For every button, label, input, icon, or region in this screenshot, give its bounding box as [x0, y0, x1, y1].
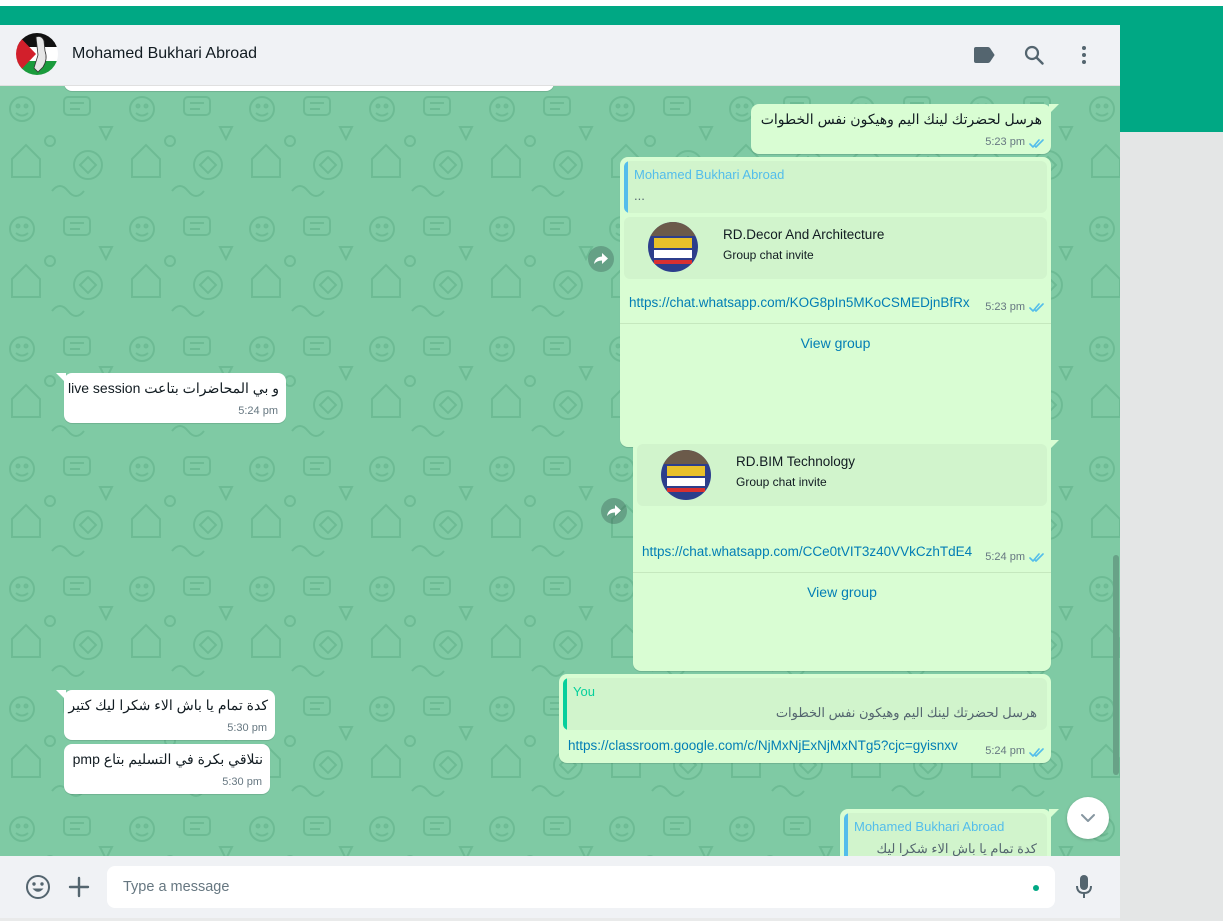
palestine-flag-icon: [16, 33, 58, 75]
outgoing-reply-message[interactable]: You هرسل لحضرتك لينك اليم وهيكون نفس الخ…: [559, 674, 1051, 763]
divider: [633, 572, 1051, 573]
quoted-text: كدة تمام يا باش الاء شكرا ليك كتير: [876, 841, 1037, 856]
incoming-message[interactable]: نتلاقي بكرة في التسليم بتاع pmp 5:30 pm: [64, 744, 270, 794]
group-subtitle: Group chat invite: [723, 248, 814, 262]
invite-link[interactable]: https://chat.whatsapp.com/CCe0tVIT3z40VV…: [642, 544, 972, 559]
chat-window: Mohamed Bukhari Abroad هرسل لحضرتك لينك …: [0, 25, 1120, 921]
read-ticks-icon: [1029, 303, 1044, 312]
message-text: هرسل لحضرتك لينك اليم وهيكون نفس الخطوات: [760, 111, 1042, 127]
message-time: 5:24 pm: [238, 405, 278, 417]
incoming-message[interactable]: و بي المحاضرات بتاعت live session 5:24 p…: [56, 373, 286, 423]
message-time: 5:23 pm: [985, 301, 1025, 313]
bubble-tail: [1049, 809, 1059, 819]
group-subtitle: Group chat invite: [736, 475, 827, 489]
quoted-message[interactable]: Mohamed Bukhari Abroad ...: [624, 161, 1047, 213]
message-text: و بي المحاضرات بتاعت live session: [68, 380, 279, 396]
quote-accent-bar: [563, 678, 567, 730]
message-time: 5:30 pm: [222, 776, 262, 788]
group-title: RD.BIM Technology: [736, 454, 856, 469]
message-time: 5:24 pm: [985, 745, 1025, 757]
group-invite-card[interactable]: RD.BIM Technology Group chat invite: [637, 444, 1047, 506]
chevron-down-icon: [1081, 814, 1095, 822]
quote-accent-bar: [844, 813, 848, 856]
contact-name[interactable]: Mohamed Bukhari Abroad: [72, 45, 257, 63]
message-text: كدة تمام يا باش الاء شكرا ليك كتير: [68, 697, 268, 713]
plus-icon: [68, 876, 90, 898]
group-thumbnail: [661, 450, 711, 500]
outgoing-reply-message[interactable]: Mohamed Bukhari Abroad كدة تمام يا باش ا…: [840, 809, 1059, 856]
message-text: نتلاقي بكرة في التسليم بتاع pmp: [72, 751, 263, 767]
status-dot: [1033, 885, 1039, 891]
outgoing-group-invite-message[interactable]: RD.BIM Technology Group chat invite http…: [633, 440, 1059, 671]
read-ticks-icon: [1029, 748, 1044, 757]
app-top-accent-bar: [0, 6, 1223, 25]
divider: [620, 323, 1051, 324]
view-group-button[interactable]: View group: [620, 335, 1051, 351]
read-ticks-icon: [1029, 139, 1044, 148]
voice-message-button[interactable]: [1070, 873, 1098, 901]
compose-bar: [0, 856, 1120, 918]
group-title: RD.Decor And Architecture: [723, 227, 885, 242]
quoted-text: هرسل لحضرتك لينك اليم وهيكون نفس الخطوات: [775, 705, 1037, 720]
quoted-author: Mohamed Bukhari Abroad: [854, 819, 1005, 834]
contact-avatar[interactable]: [16, 33, 58, 75]
emoji-button[interactable]: [24, 873, 52, 901]
bubble-tail: [56, 690, 66, 700]
forward-icon: [607, 505, 621, 516]
outgoing-group-invite-message[interactable]: Mohamed Bukhari Abroad ... RD.Decor And …: [620, 157, 1051, 447]
emoji-icon: [26, 875, 50, 899]
outgoing-message[interactable]: هرسل لحضرتك لينك اليم وهيكون نفس الخطوات…: [751, 104, 1059, 154]
microphone-icon: [1076, 875, 1092, 898]
attach-button[interactable]: [65, 873, 93, 901]
forward-icon: [594, 253, 608, 264]
message-list[interactable]: هرسل لحضرتك لينك اليم وهيكون نفس الخطوات…: [0, 85, 1120, 856]
quoted-author: Mohamed Bukhari Abroad: [634, 167, 785, 182]
message-time: 5:24 pm: [985, 551, 1025, 563]
bubble-tail: [1049, 104, 1059, 114]
view-group-button[interactable]: View group: [633, 584, 1051, 600]
quoted-message[interactable]: You هرسل لحضرتك لينك اليم وهيكون نفس الخ…: [563, 678, 1047, 730]
forward-button[interactable]: [601, 498, 627, 524]
label-icon[interactable]: [970, 41, 998, 69]
group-thumbnail: [648, 222, 698, 272]
classroom-link[interactable]: https://classroom.google.com/c/NjMxNjExN…: [568, 738, 958, 753]
bubble-tail: [1049, 440, 1059, 450]
quoted-message[interactable]: Mohamed Bukhari Abroad كدة تمام يا باش ا…: [844, 813, 1047, 856]
quoted-text: ...: [634, 188, 645, 203]
chat-header: Mohamed Bukhari Abroad: [0, 25, 1120, 86]
search-icon[interactable]: [1020, 41, 1048, 69]
side-background-panel: [1120, 132, 1223, 921]
incoming-message[interactable]: كدة تمام يا باش الاء شكرا ليك كتير 5:30 …: [56, 690, 275, 740]
quoted-author: You: [573, 684, 595, 699]
message-time: 5:30 pm: [227, 722, 267, 734]
message-time: 5:23 pm: [985, 136, 1025, 148]
scrollbar[interactable]: [1113, 555, 1119, 775]
forward-button[interactable]: [588, 246, 614, 272]
side-accent-panel: [1120, 25, 1223, 132]
bubble-tail: [56, 373, 66, 383]
menu-icon[interactable]: [1070, 41, 1098, 69]
invite-link[interactable]: https://chat.whatsapp.com/KOG8pIn5MKoCSM…: [629, 295, 970, 310]
read-ticks-icon: [1029, 553, 1044, 562]
quote-accent-bar: [624, 161, 628, 213]
scroll-to-bottom-button[interactable]: [1067, 797, 1109, 839]
group-invite-card[interactable]: RD.Decor And Architecture Group chat inv…: [624, 217, 1047, 279]
message-input[interactable]: [107, 866, 1055, 908]
